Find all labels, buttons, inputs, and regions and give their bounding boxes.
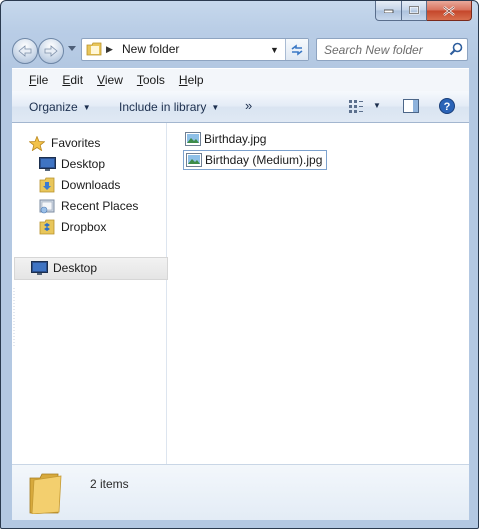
nav-item-dropbox[interactable]: Dropbox xyxy=(39,217,106,237)
search-input[interactable] xyxy=(317,39,444,60)
desktop-icon xyxy=(31,260,49,276)
folder-icon xyxy=(86,42,102,56)
menu-edit-label: dit xyxy=(70,73,84,87)
desktop-root-label: Desktop xyxy=(53,261,98,275)
help-icon: ? xyxy=(439,98,455,114)
recent-pages-chevron-icon[interactable] xyxy=(68,46,76,51)
include-in-library-label: Include in library xyxy=(119,100,207,114)
close-button[interactable] xyxy=(427,1,472,21)
explorer-window: ▶ New folder ▼ File Edit View Tools Help… xyxy=(0,0,479,529)
maximize-button[interactable] xyxy=(402,1,427,21)
forward-button[interactable] xyxy=(38,38,64,64)
view-dropdown-icon[interactable]: ▼ xyxy=(373,101,381,110)
image-file-icon xyxy=(186,153,202,167)
preview-pane-button[interactable] xyxy=(403,99,419,116)
address-bar[interactable]: ▶ New folder ▼ xyxy=(81,38,309,61)
minimize-button[interactable] xyxy=(375,1,402,21)
command-bar: Organize ▼ Include in library ▼ » ▼ ? xyxy=(12,91,469,123)
forward-arrow-icon xyxy=(44,45,58,57)
breadcrumb-arrow-icon[interactable]: ▶ xyxy=(106,44,113,55)
nav-favorites[interactable]: Favorites xyxy=(29,133,100,153)
menu-help[interactable]: Help xyxy=(172,73,211,87)
view-options-icon xyxy=(349,100,363,113)
nav-item-desktop[interactable]: Desktop xyxy=(39,154,105,174)
menu-view-accel: V xyxy=(97,73,105,87)
menu-help-label: elp xyxy=(187,73,204,87)
recent-places-icon xyxy=(39,198,57,214)
content-area: Favorites Desktop Downloads Recent Place… xyxy=(12,123,469,464)
address-dropdown-icon[interactable]: ▼ xyxy=(270,45,279,55)
search-icon[interactable] xyxy=(449,42,463,56)
menu-view[interactable]: View xyxy=(90,73,130,87)
downloads-folder-icon xyxy=(39,177,57,193)
nav-item-label: Desktop xyxy=(61,157,106,171)
change-view-button[interactable] xyxy=(348,99,364,116)
refresh-icon xyxy=(291,43,303,56)
nav-desktop-root[interactable]: Desktop xyxy=(31,258,97,278)
menu-file[interactable]: File xyxy=(12,73,55,87)
organize-label: Organize xyxy=(29,100,78,114)
file-name: Birthday.jpg xyxy=(204,132,267,146)
close-icon xyxy=(443,5,455,16)
file-item-focused[interactable]: Birthday (Medium).jpg xyxy=(183,150,328,170)
star-icon xyxy=(29,135,47,151)
dropbox-folder-icon xyxy=(39,219,57,235)
include-dropdown-icon: ▼ xyxy=(211,103,220,112)
help-button[interactable]: ? xyxy=(439,98,455,117)
navigation-pane: Favorites Desktop Downloads Recent Place… xyxy=(12,123,168,464)
favorites-label: Favorites xyxy=(51,136,101,150)
menu-file-label: ile xyxy=(36,73,49,87)
preview-pane-icon xyxy=(403,99,419,113)
menu-tools[interactable]: Tools xyxy=(130,73,172,87)
minimize-icon xyxy=(383,9,393,13)
include-in-library-button[interactable]: Include in library ▼ xyxy=(119,100,219,114)
organize-dropdown-icon: ▼ xyxy=(82,103,91,112)
menu-edit[interactable]: Edit xyxy=(55,73,90,87)
menu-bar: File Edit View Tools Help xyxy=(12,68,469,91)
file-item[interactable]: Birthday.jpg xyxy=(185,130,266,148)
menu-view-label: iew xyxy=(104,73,123,87)
menu-tools-label: ools xyxy=(142,73,165,87)
item-count: 2 items xyxy=(90,477,129,491)
caption-buttons xyxy=(375,1,472,21)
organize-button[interactable]: Organize ▼ xyxy=(29,100,91,114)
file-name: Birthday (Medium).jpg xyxy=(205,153,323,167)
menu-help-accel: H xyxy=(178,73,188,87)
back-arrow-icon xyxy=(18,45,32,57)
maximize-icon xyxy=(408,6,419,15)
svg-text:?: ? xyxy=(444,101,451,113)
search-box[interactable] xyxy=(316,38,468,61)
nav-item-label: Recent Places xyxy=(61,199,139,213)
nav-item-downloads[interactable]: Downloads xyxy=(39,175,120,195)
nav-item-label: Downloads xyxy=(61,178,121,192)
splitter-grip[interactable] xyxy=(12,288,16,348)
refresh-button[interactable] xyxy=(285,39,308,60)
nav-item-label: Dropbox xyxy=(61,220,107,234)
image-file-icon xyxy=(185,132,201,146)
details-pane: 2 items xyxy=(12,464,469,520)
desktop-icon xyxy=(39,156,57,172)
address-path[interactable]: New folder xyxy=(122,42,179,56)
more-commands-button[interactable]: » xyxy=(245,98,252,113)
back-button[interactable] xyxy=(12,38,38,64)
folder-icon xyxy=(29,473,62,514)
nav-item-recent-places[interactable]: Recent Places xyxy=(39,196,138,216)
